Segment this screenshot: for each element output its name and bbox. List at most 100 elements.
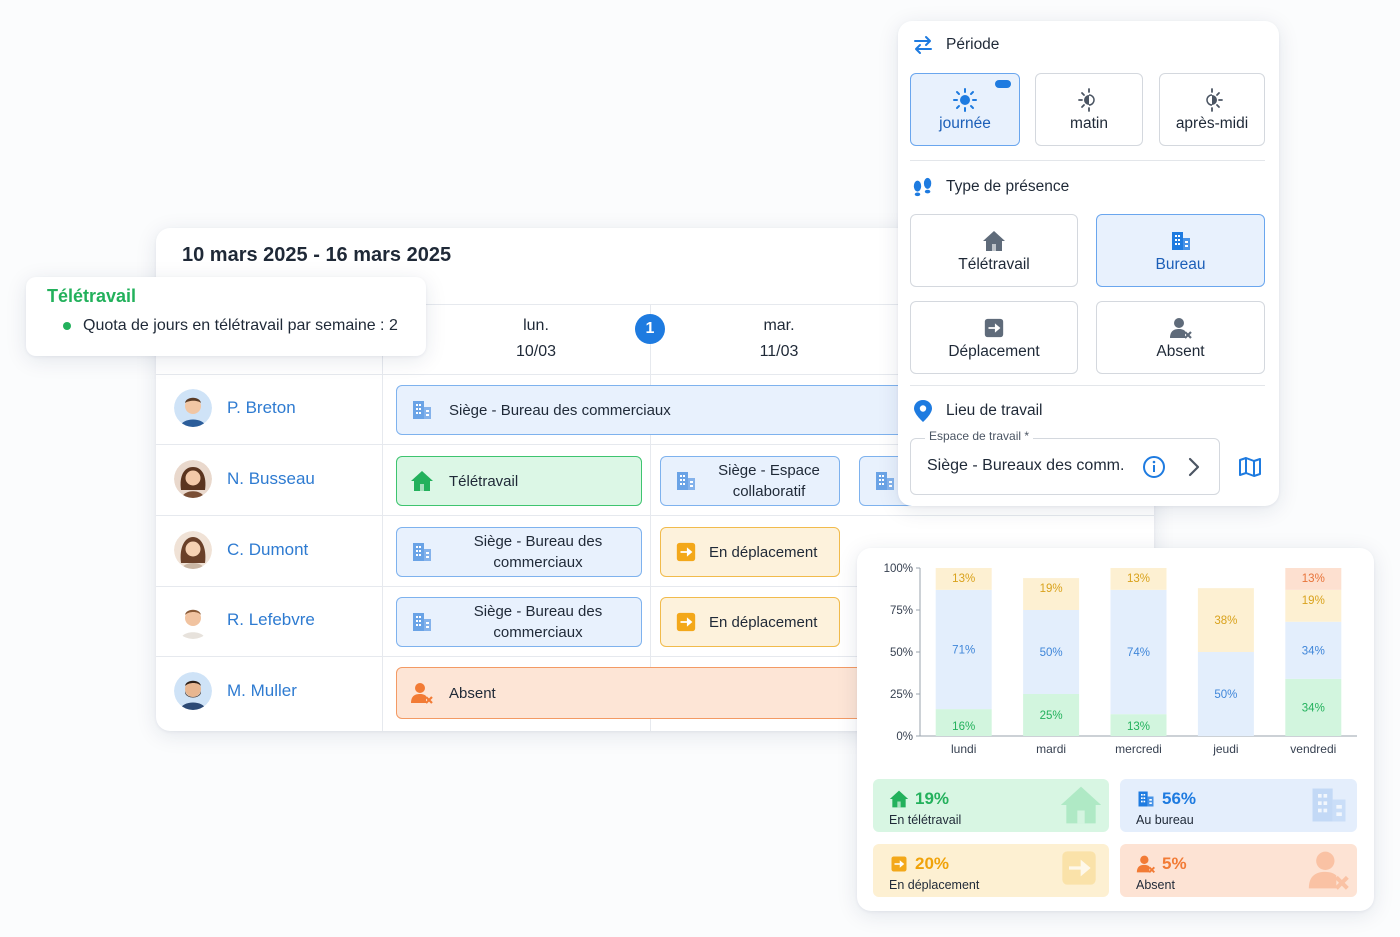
day-header-tue[interactable]: mar. 11/03 <box>729 313 829 365</box>
stat-label: En déplacement <box>889 878 980 892</box>
presence-section-title: Type de présence <box>912 176 1069 198</box>
half-sun-left-icon <box>1076 87 1102 113</box>
avatar <box>174 389 212 427</box>
chevron-right-icon[interactable] <box>1184 456 1204 483</box>
y-tick-label: 25% <box>890 689 913 701</box>
y-tick-label: 50% <box>890 647 913 659</box>
travel-icon <box>983 315 1005 341</box>
option-label: Bureau <box>1155 255 1206 273</box>
office-icon <box>409 609 435 635</box>
x-category-label: jeudi <box>1212 742 1238 756</box>
workplace-select[interactable]: Espace de travail * Siège - Bureaux des … <box>910 429 1220 495</box>
bar-value-label: 13% <box>952 573 975 585</box>
office-icon <box>409 539 435 565</box>
bar-value-label: 38% <box>1214 615 1237 627</box>
cell-label: En déplacement <box>709 543 818 561</box>
quota-line: Quota de jours en télétravail par semain… <box>63 317 398 335</box>
bar-value-label: 16% <box>952 721 975 733</box>
person-name[interactable]: M. Muller <box>227 681 297 701</box>
avatar <box>174 460 212 498</box>
cell-label: Télétravail <box>449 472 519 490</box>
presence-option-bureau[interactable]: Bureau <box>1096 214 1265 287</box>
cell-lefebvre-tue[interactable]: En déplacement <box>660 597 840 647</box>
day-count-badge: 1 <box>635 314 665 344</box>
option-label: après-midi <box>1175 114 1249 132</box>
cell-busseau-mon[interactable]: Télétravail <box>396 456 642 506</box>
bullet-dot <box>63 322 71 330</box>
day-date: 11/03 <box>759 343 799 360</box>
absent-icon <box>409 680 435 706</box>
stat-value: 19% <box>915 789 950 808</box>
day-name: mar. <box>763 317 795 334</box>
stacked-bar-chart: 0% 25% 50% 75% 100% 16% 71% 13% lundi 25% 50% 19% ma… <box>884 563 1357 756</box>
bar-value-label: 71% <box>952 644 975 656</box>
house-icon <box>409 468 435 494</box>
house-icon <box>982 228 1006 254</box>
periode-option-apres-midi[interactable]: après-midi <box>1159 73 1265 146</box>
person-name[interactable]: N. Busseau <box>227 469 315 489</box>
person-row-breton[interactable]: P. Breton <box>174 389 296 427</box>
presence-option-teletravail[interactable]: Télétravail <box>910 214 1078 287</box>
person-name[interactable]: R. Lefebvre <box>227 610 315 630</box>
presence-option-deplacement[interactable]: Déplacement <box>910 301 1078 374</box>
travel-icon <box>673 609 699 635</box>
office-icon <box>409 397 435 423</box>
bar-value-label: 34% <box>1302 645 1325 657</box>
lieu-section-title: Lieu de travail <box>912 400 1043 422</box>
info-icon[interactable] <box>1142 455 1166 484</box>
person-name[interactable]: P. Breton <box>227 398 296 418</box>
person-name[interactable]: C. Dumont <box>227 540 308 560</box>
cell-busseau-tue[interactable]: Siège - Espace collaboratif <box>660 456 840 506</box>
cell-dumont-tue[interactable]: En déplacement <box>660 527 840 577</box>
person-row-lefebvre[interactable]: R. Lefebvre <box>174 601 315 639</box>
bar-value-label: 13% <box>1302 573 1325 585</box>
field-value: Siège - Bureaux des comm. <box>927 457 1125 474</box>
presence-panel: Période journée matin après-midi Type de… <box>898 21 1279 506</box>
section-label: Période <box>946 36 1000 53</box>
day-header-mon[interactable]: lun. 10/03 <box>486 313 586 365</box>
stat-value: 56% <box>1162 789 1197 808</box>
option-label: journée <box>939 114 991 132</box>
presence-stats-card: 0% 25% 50% 75% 100% 16% 71% 13% lundi 25% 50% 19% ma… <box>857 548 1374 911</box>
office-icon <box>872 468 898 494</box>
stat-absent: 5% Absent <box>1120 844 1357 897</box>
avatar <box>174 531 212 569</box>
travel-icon <box>673 539 699 565</box>
absent-watermark-icon <box>1307 848 1351 892</box>
bar-value-label: 50% <box>1040 647 1063 659</box>
absent-icon <box>1169 315 1193 341</box>
person-row-muller[interactable]: M. Muller <box>174 672 297 710</box>
house-icon <box>889 789 909 809</box>
office-icon <box>1169 228 1193 254</box>
footprints-icon <box>912 176 934 198</box>
periode-option-journee[interactable]: journée <box>910 73 1020 146</box>
office-icon <box>673 468 699 494</box>
map-icon[interactable] <box>1238 455 1262 484</box>
bar-value-label: 50% <box>1214 689 1237 701</box>
stat-value: 20% <box>915 854 950 873</box>
cell-lefebvre-mon[interactable]: Siège - Bureau des commerciaux <box>396 597 642 647</box>
stat-label: Au bureau <box>1136 813 1194 827</box>
x-category-label: lundi <box>951 742 976 756</box>
cell-dumont-mon[interactable]: Siège - Bureau des commerciaux <box>396 527 642 577</box>
section-label: Type de présence <box>946 178 1070 195</box>
stat-label: Absent <box>1136 878 1175 892</box>
half-sun-right-icon <box>1199 87 1225 113</box>
office-icon <box>1136 789 1156 809</box>
location-pin-icon <box>912 400 934 422</box>
cell-label: Siège - Bureau des commerciaux <box>473 533 603 571</box>
teletravail-tooltip: Télétravail Quota de jours en télétravai… <box>26 277 426 356</box>
presence-option-absent[interactable]: Absent <box>1096 301 1265 374</box>
x-category-label: vendredi <box>1290 742 1336 756</box>
bar-value-label: 74% <box>1127 647 1150 659</box>
person-row-dumont[interactable]: C. Dumont <box>174 531 308 569</box>
tooltip-title: Télétravail <box>47 286 137 306</box>
y-tick-label: 0% <box>896 731 913 743</box>
day-date: 10/03 <box>515 343 557 360</box>
sun-icon <box>952 87 978 113</box>
person-row-busseau[interactable]: N. Busseau <box>174 460 315 498</box>
avatar <box>174 672 212 710</box>
house-watermark-icon <box>1059 783 1103 827</box>
periode-option-matin[interactable]: matin <box>1035 73 1143 146</box>
day-name: lun. <box>523 317 549 334</box>
